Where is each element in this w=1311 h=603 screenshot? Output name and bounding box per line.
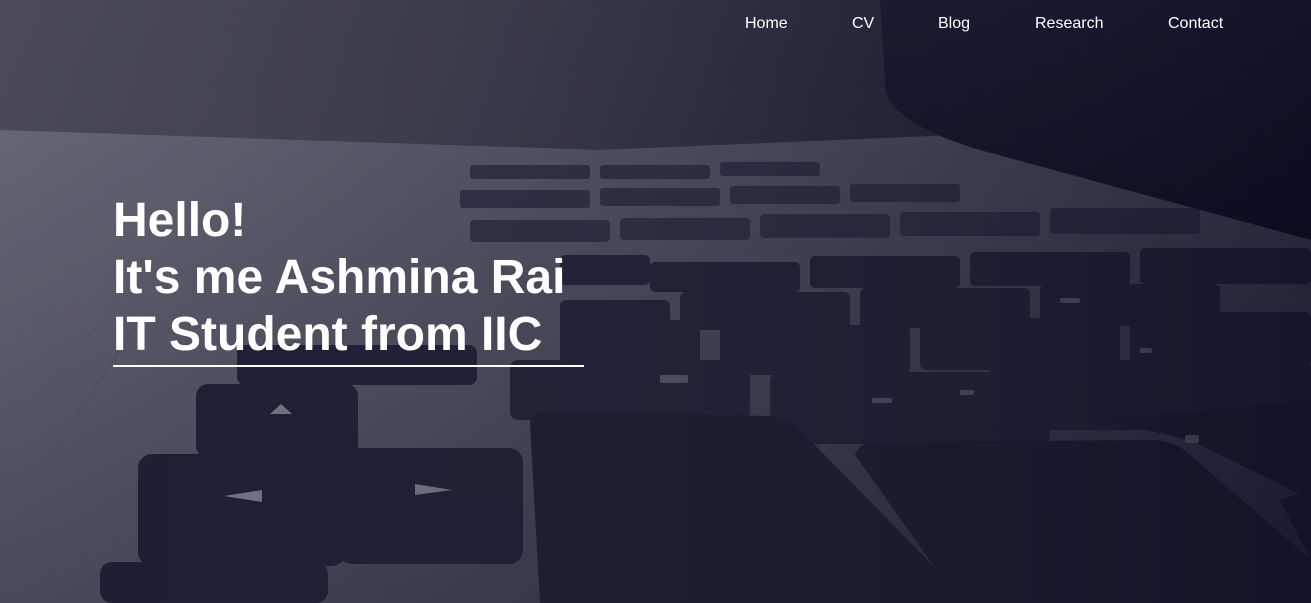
hero-greeting: Hello! [113, 194, 247, 247]
headline-underline [113, 365, 584, 367]
hero-name: It's me Ashmina Rai [113, 251, 566, 304]
main-nav: Home CV Blog Research Contact [0, 13, 1311, 35]
nav-link-research[interactable]: Research [1035, 13, 1103, 35]
hero-headline: Hello! It's me Ashmina Rai IT Student fr… [113, 192, 565, 363]
nav-link-blog[interactable]: Blog [938, 13, 970, 35]
nav-link-home[interactable]: Home [745, 13, 788, 35]
hero-section: Home CV Blog Research Contact Hello! It'… [0, 0, 1311, 603]
nav-link-contact[interactable]: Contact [1168, 13, 1223, 35]
hero-tagline: IT Student from IIC [113, 308, 543, 361]
nav-link-cv[interactable]: CV [852, 13, 874, 35]
